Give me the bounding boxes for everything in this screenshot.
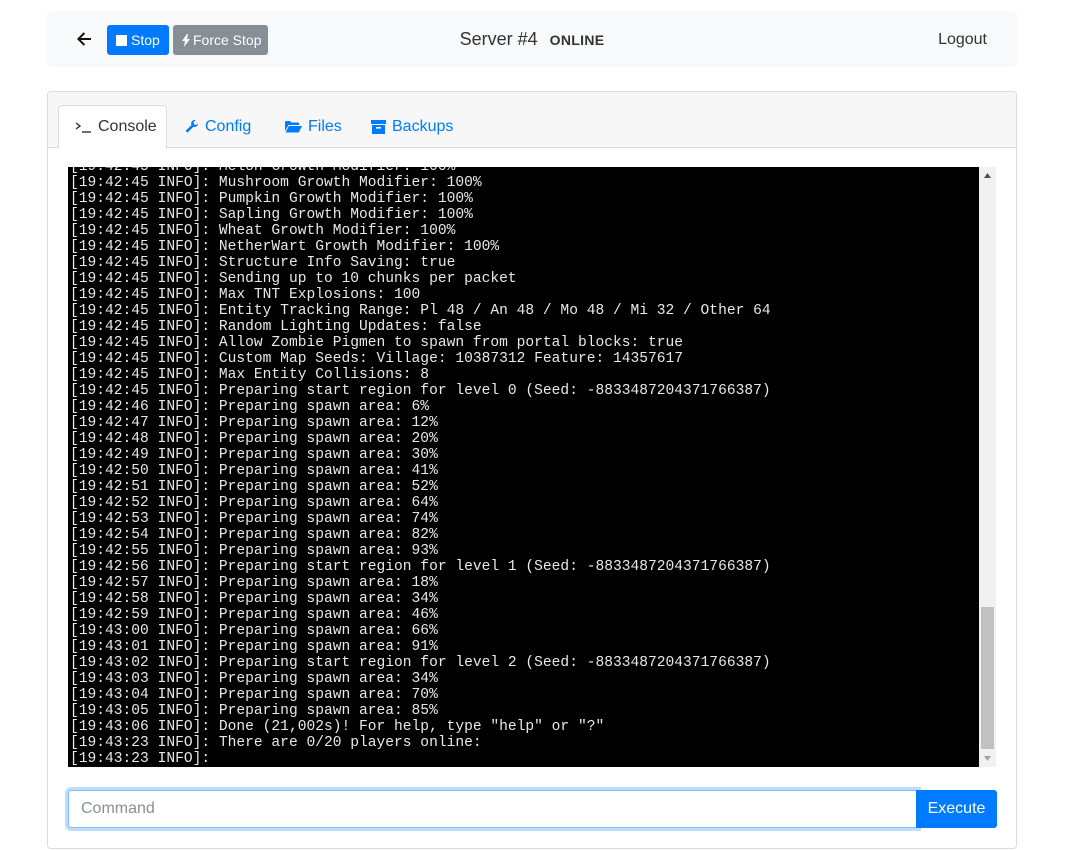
console-line: [19:43:04 INFO]: Preparing spawn area: 7… [70, 687, 438, 703]
tab-backups[interactable]: Backups [355, 105, 469, 148]
tab-console[interactable]: Console [58, 105, 167, 149]
console-line: [19:42:45 INFO]: Entity Tracking Range: … [70, 303, 771, 319]
console-line: [19:42:45 INFO]: Pumpkin Growth Modifier… [70, 191, 473, 207]
console-area: [19:42:45 INFO]: Melon Growth Modifier: … [68, 167, 996, 767]
console-line: [19:42:45 INFO]: Melon Growth Modifier: … [70, 167, 456, 175]
console-line: [19:42:52 INFO]: Preparing spawn area: 6… [70, 495, 438, 511]
console-line: [19:43:03 INFO]: Preparing spawn area: 3… [70, 671, 438, 687]
console-line: [19:42:45 INFO]: Max Entity Collisions: … [70, 367, 430, 383]
tab-files-label: Files [308, 117, 342, 135]
console-line: [19:43:02 INFO]: Preparing start region … [70, 655, 771, 671]
console-line: [19:42:48 INFO]: Preparing spawn area: 2… [70, 431, 438, 447]
console-line: [19:42:45 INFO]: NetherWart Growth Modif… [70, 239, 500, 255]
console-scrollbar[interactable] [979, 167, 996, 767]
server-name: Server #4 [459, 29, 538, 49]
tab-config-label: Config [205, 117, 252, 135]
tab-config[interactable]: Config [169, 105, 267, 148]
tab-console-label: Console [98, 118, 157, 135]
console-line: [19:42:45 INFO]: Sending up to 10 chunks… [70, 271, 517, 287]
console-line: [19:42:53 INFO]: Preparing spawn area: 7… [70, 511, 438, 527]
console-line: [19:42:45 INFO]: Wheat Growth Modifier: … [70, 223, 456, 239]
console-line: [19:42:45 INFO]: Structure Info Saving: … [70, 255, 456, 271]
console-lines: [19:42:45 INFO]: Melon Growth Modifier: … [70, 167, 771, 767]
command-input[interactable] [68, 790, 918, 828]
console-line: [19:42:45 INFO]: Allow Zombie Pigmen to … [70, 335, 684, 351]
console-line: [19:42:49 INFO]: Preparing spawn area: 3… [70, 447, 438, 463]
tab-backups-label: Backups [392, 117, 454, 135]
console-line: [19:42:45 INFO]: Max TNT Explosions: 100 [70, 287, 421, 303]
console-line: [19:43:06 INFO]: Done (21,002s)! For hel… [70, 719, 605, 735]
console-line: [19:42:51 INFO]: Preparing spawn area: 5… [70, 479, 438, 495]
logout-link[interactable]: Logout [938, 31, 987, 49]
console-line: [19:43:23 INFO]: There are 0/20 players … [70, 735, 482, 751]
scroll-down-arrow-icon[interactable] [979, 750, 996, 767]
terminal-icon [75, 121, 92, 133]
console-line: [19:43:00 INFO]: Preparing spawn area: 6… [70, 623, 438, 639]
tab-files[interactable]: Files [269, 105, 358, 148]
scrollbar-thumb[interactable] [981, 607, 994, 749]
console-line: [19:42:56 INFO]: Preparing start region … [70, 559, 771, 575]
console-line: [19:42:45 INFO]: Preparing start region … [70, 383, 771, 399]
console-line: [19:42:45 INFO]: Mushroom Growth Modifie… [70, 175, 482, 191]
tab-bar: Console Config Files Backups [48, 92, 1016, 149]
console-line: [19:42:54 INFO]: Preparing spawn area: 8… [70, 527, 438, 543]
console-line: [19:42:58 INFO]: Preparing spawn area: 3… [70, 591, 438, 607]
console-line: [19:43:01 INFO]: Preparing spawn area: 9… [70, 639, 438, 655]
console-line: [19:42:55 INFO]: Preparing spawn area: 9… [70, 543, 438, 559]
execute-button[interactable]: Execute [916, 790, 997, 828]
console-line: [19:42:50 INFO]: Preparing spawn area: 4… [70, 463, 438, 479]
archive-icon [371, 119, 386, 134]
console-line: [19:43:23 INFO]: [70, 751, 211, 767]
console-line: [19:42:45 INFO]: Custom Map Seeds: Villa… [70, 351, 684, 367]
page-title: Server #4 ONLINE [47, 29, 1017, 50]
console-line: [19:43:05 INFO]: Preparing spawn area: 8… [70, 703, 438, 719]
console-line: [19:42:57 INFO]: Preparing spawn area: 1… [70, 575, 438, 591]
console-line: [19:42:45 INFO]: Sapling Growth Modifier… [70, 207, 473, 223]
server-status-badge: ONLINE [549, 32, 605, 48]
console-line: [19:42:46 INFO]: Preparing spawn area: 6… [70, 399, 430, 415]
console-line: [19:42:47 INFO]: Preparing spawn area: 1… [70, 415, 438, 431]
top-navbar: Stop Force Stop Server #4 ONLINE Logout [47, 11, 1017, 67]
console-line: [19:42:59 INFO]: Preparing spawn area: 4… [70, 607, 438, 623]
console-line: [19:42:45 INFO]: Random Lighting Updates… [70, 319, 482, 335]
scroll-up-arrow-icon[interactable] [979, 167, 996, 184]
console-output[interactable]: [19:42:45 INFO]: Melon Growth Modifier: … [68, 167, 979, 767]
wrench-icon [185, 119, 199, 134]
server-panel-card: Console Config Files Backups [19:42:45 I… [47, 91, 1017, 849]
folder-open-icon [285, 120, 302, 133]
